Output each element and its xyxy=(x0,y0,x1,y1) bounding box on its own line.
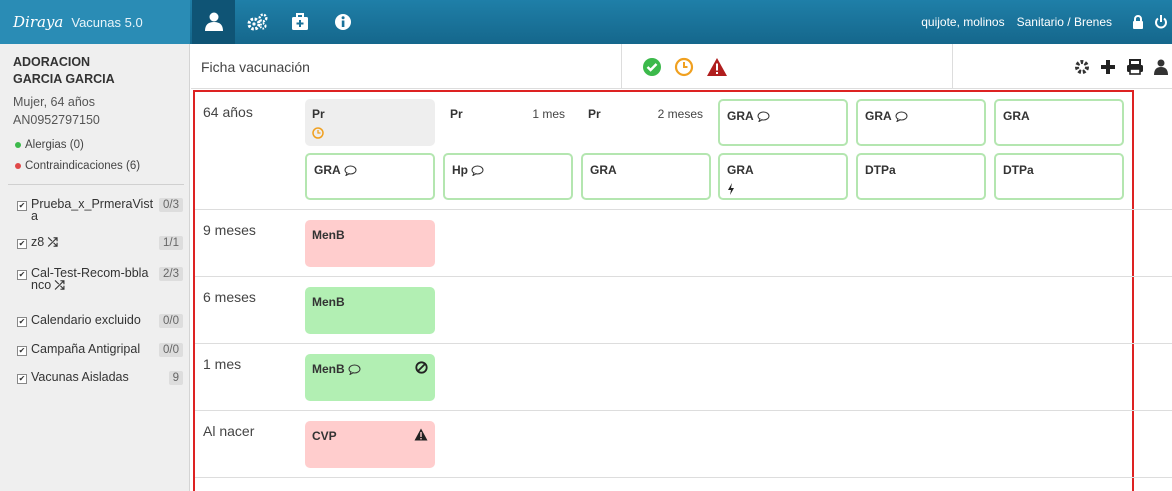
vaccine-card[interactable]: Pr 1 mes xyxy=(443,99,573,146)
calendar-count-badge: 1/1 xyxy=(159,236,183,250)
age-label: 1 mes xyxy=(203,356,242,372)
patient-name: ADORACION GARCIA GARCIA xyxy=(13,55,115,86)
vaccine-card[interactable]: Pr 2 meses xyxy=(581,99,711,146)
age-label: Al nacer xyxy=(203,423,255,439)
vaccine-card[interactable]: Hp xyxy=(443,153,573,200)
vaccine-card[interactable]: MenB xyxy=(305,220,435,267)
comment-icon xyxy=(344,165,357,176)
page-toolbar: Ficha vacunación xyxy=(191,44,1172,89)
calendar-count-badge: 9 xyxy=(168,371,183,385)
calendar-count-badge: 2/3 xyxy=(159,267,183,281)
cogs-icon xyxy=(247,13,267,31)
top-navbar: Diraya Vacunas 5.0 quijote, molinos Sani… xyxy=(0,0,1172,44)
user-icon[interactable] xyxy=(1154,59,1168,75)
vaccine-card[interactable]: GRA xyxy=(994,99,1124,146)
plus-icon[interactable] xyxy=(1100,59,1116,75)
vaccine-card[interactable]: GRA xyxy=(718,153,848,200)
vaccine-card[interactable]: DTPa xyxy=(856,153,986,200)
app-version: Vacunas 5.0 xyxy=(71,14,143,30)
info-icon xyxy=(334,14,351,30)
ban-icon xyxy=(415,361,428,374)
nav-medkit-button[interactable] xyxy=(278,0,321,44)
green-dot-icon xyxy=(15,142,21,148)
print-icon[interactable] xyxy=(1126,58,1144,75)
calendar-count-badge: 0/0 xyxy=(159,343,183,357)
gear-icon[interactable] xyxy=(1074,59,1090,75)
comment-icon xyxy=(348,364,361,375)
calendar-item[interactable]: ✔ z8 ⤮ 1/1 xyxy=(17,236,183,250)
vaccine-card[interactable]: MenB xyxy=(305,354,435,401)
check-circle-icon[interactable] xyxy=(642,57,662,77)
comment-icon xyxy=(757,111,770,122)
sidebar-divider xyxy=(8,184,184,185)
age-row-9-meses: 9 meses MenB xyxy=(195,210,1172,277)
age-label: 64 años xyxy=(203,104,253,120)
brand[interactable]: Diraya Vacunas 5.0 xyxy=(0,0,190,44)
warning-icon[interactable] xyxy=(706,57,728,77)
calendar-item[interactable]: ✔ Prueba_x_PrmeraVista 0/3 xyxy=(17,198,183,222)
patient-sidebar: ADORACION GARCIA GARCIA Mujer, 64 años A… xyxy=(0,44,190,491)
vaccine-card[interactable]: GRA xyxy=(856,99,986,146)
checkbox-icon[interactable]: ✔ xyxy=(17,239,27,249)
calendar-item[interactable]: ✔ Vacunas Aisladas 9 xyxy=(17,371,183,385)
clock-icon[interactable] xyxy=(674,57,694,77)
user-name[interactable]: quijote, molinos xyxy=(921,15,1004,29)
calendar-item[interactable]: ✔ Campaña Antigripal 0/0 xyxy=(17,343,183,357)
age-label: 9 meses xyxy=(203,222,256,238)
age-row-al-nacer: Al nacer CVP xyxy=(195,411,1172,478)
checkbox-icon[interactable]: ✔ xyxy=(17,270,27,280)
vaccine-card[interactable]: GRA xyxy=(305,153,435,200)
vaccine-card[interactable]: DTPa xyxy=(994,153,1124,200)
shuffle-icon: ⤮ xyxy=(47,235,58,249)
vaccine-card[interactable]: GRA xyxy=(581,153,711,200)
user-icon xyxy=(204,12,223,31)
comment-icon xyxy=(471,165,484,176)
vaccine-card[interactable]: GRA xyxy=(718,99,848,146)
vaccination-grid: 64 años Pr Pr 1 mes Pr 2 meses GRA GRA G… xyxy=(193,90,1172,491)
red-dot-icon xyxy=(15,163,21,169)
calendar-item[interactable]: ✔ Cal-Test-Recom-bblanco ⤮ 2/3 xyxy=(17,267,183,291)
nav-patient-button[interactable] xyxy=(192,0,235,44)
medkit-icon xyxy=(291,13,308,30)
page-title: Ficha vacunación xyxy=(201,59,310,75)
vaccine-card[interactable]: CVP xyxy=(305,421,435,468)
vaccine-card[interactable]: MenB xyxy=(305,287,435,334)
calendar-count-badge: 0/3 xyxy=(159,198,183,212)
warning-icon xyxy=(414,428,428,441)
checkbox-icon[interactable]: ✔ xyxy=(17,201,27,211)
patient-sex-age: Mujer, 64 años xyxy=(13,95,95,109)
bolt-icon xyxy=(728,183,734,195)
calendar-count-badge: 0/0 xyxy=(159,314,183,328)
checkbox-icon[interactable]: ✔ xyxy=(17,346,27,356)
power-icon[interactable] xyxy=(1154,15,1168,29)
age-label: 6 meses xyxy=(203,289,256,305)
nav-info-button[interactable] xyxy=(321,0,364,44)
interval-label: 2 meses xyxy=(657,107,703,121)
clock-icon xyxy=(312,127,324,139)
interval-label: 1 mes xyxy=(532,107,565,121)
app-logo: Diraya xyxy=(13,13,64,31)
shuffle-icon: ⤮ xyxy=(54,278,65,292)
lock-icon[interactable] xyxy=(1132,15,1144,29)
status-filters xyxy=(621,44,953,89)
patient-id: AN0952797150 xyxy=(13,113,100,127)
nav-config-button[interactable] xyxy=(235,0,278,44)
checkbox-icon[interactable]: ✔ xyxy=(17,374,27,384)
vaccine-card[interactable]: Pr xyxy=(305,99,435,146)
contraindicaciones-link[interactable]: Contraindicaciones (6) xyxy=(15,160,140,172)
user-role[interactable]: Sanitario / Brenes xyxy=(1017,15,1112,29)
alergias-link[interactable]: Alergias (0) xyxy=(15,139,84,151)
checkbox-icon[interactable]: ✔ xyxy=(17,317,27,327)
age-row-1-mes: 1 mes MenB xyxy=(195,344,1172,411)
comment-icon xyxy=(895,111,908,122)
age-row-6-meses: 6 meses MenB xyxy=(195,277,1172,344)
age-row-64: 64 años Pr Pr 1 mes Pr 2 meses GRA GRA G… xyxy=(195,92,1172,210)
calendar-item[interactable]: ✔ Calendario excluido 0/0 xyxy=(17,314,183,328)
